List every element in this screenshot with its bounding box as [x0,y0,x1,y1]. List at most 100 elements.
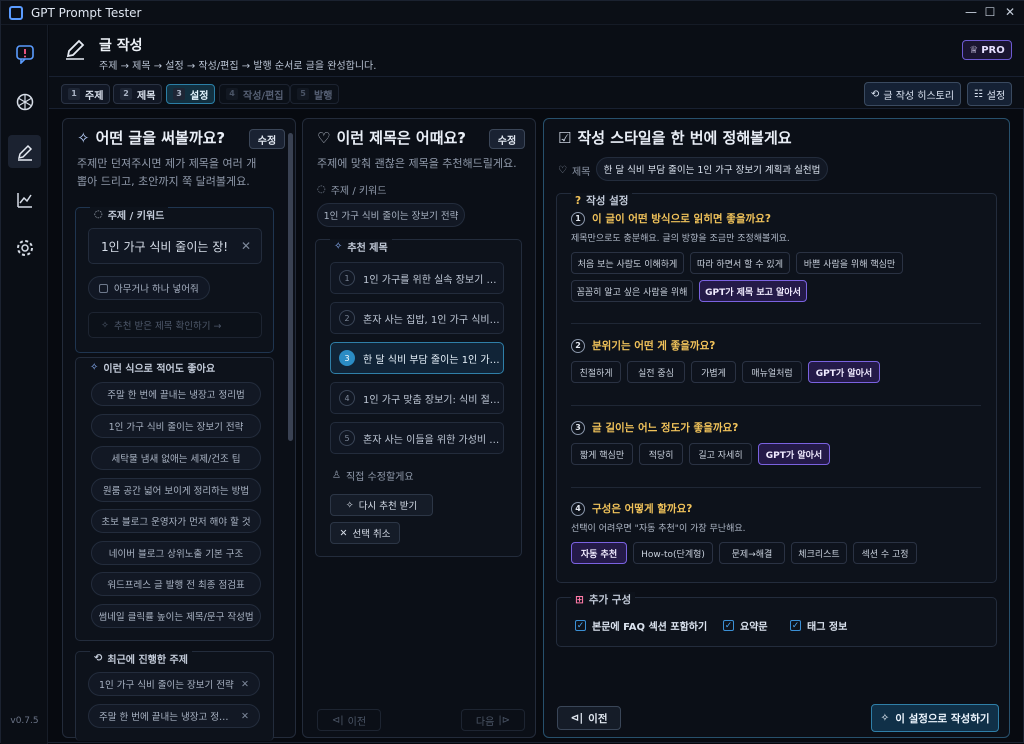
q3-option[interactable]: 적당히 [639,443,683,465]
recommend-box: ✧ 추천 제목 1 1인 가구를 위한 실속 장보기 … 2 혼자 사는 집밥, 1인… [315,239,522,557]
sidebar: v0.7.5 [1,25,48,744]
direct-edit-link[interactable]: ♙ 직접 수정할게요 [332,468,414,483]
settings-label: ? 작성 설정 [571,193,633,208]
sparkle-icon: ✧ [90,362,99,373]
title-edit-button[interactable]: 수정 [489,129,525,149]
title-option[interactable]: 5 혼자 사는 이들을 위한 가성비 … [330,422,504,454]
tags-checkbox[interactable]: ✓ 태그 정보 [790,618,847,633]
maximize-icon[interactable]: ☐ [982,5,998,19]
grid-icon: ⊞ [575,593,584,606]
remove-icon[interactable]: ✕ [241,711,249,722]
sidebar-write-icon[interactable] [8,135,41,168]
q4-option[interactable]: 체크리스트 [791,542,847,564]
title-option[interactable]: 4 1인 가구 맞춤 장보기: 식비 절… [330,382,504,414]
q3-option[interactable]: 길고 자세히 [689,443,752,465]
title-option[interactable]: 2 혼자 사는 집밥, 1인 가구 식비… [330,302,504,334]
topic-scrollbar[interactable] [288,133,293,441]
q4-option[interactable]: 섹션 수 고정 [853,542,917,564]
title-option[interactable]: 1 1인 가구를 위한 실속 장보기 … [330,262,504,294]
chat-icon: ◌ [94,209,103,220]
subject-chip: 한 달 식비 부담 줄이는 1인 가구 장보기 계획과 실천법 [596,157,828,181]
close-icon[interactable]: ✕ [1002,5,1018,19]
retry-button[interactable]: ✧ 다시 추천 받기 [330,494,433,516]
tab-settings[interactable]: 3 설정 [166,84,216,104]
title-option-selected[interactable]: 3한 달 식비 부담 줄이는 1인 가… [330,342,504,374]
recent-chip[interactable]: 1인 가구 식비 줄이는 장보기 전략 ✕ [88,672,260,696]
title-desc: 주제에 맞춰 괜찮은 제목을 추천해드릴게요. [317,157,517,170]
history-icon: ⟲ [870,88,880,100]
q4-option-selected[interactable]: 자동 추천 [571,542,627,564]
example-chip[interactable]: 썸네일 클릭률 높이는 제목/문구 작성법 [91,604,261,628]
q1-option[interactable]: 처음 보는 사람도 이해하게 [571,252,684,274]
check-title-button[interactable]: ✧ 추천 받은 제목 확인하기 → [88,312,262,338]
prev-icon: ⊲| [331,714,344,726]
question-1-desc: 제목만으로도 충분해요. 글의 방향을 조금만 조정해볼게요. [571,234,790,244]
title-next-button[interactable]: 다음 |⊳ [461,709,525,731]
topic-edit-button[interactable]: 수정 [249,129,285,149]
keyword-label: ◌ 주제 / 키워드 [90,207,169,222]
example-chip[interactable]: 세탁물 냄새 없애는 세제/건조 팁 [91,446,261,470]
tab-publish[interactable]: 5 발행 [290,84,340,104]
sparkle-icon: ✧ [345,499,354,511]
title-bar: GPT Prompt Tester — ☐ ✕ [1,1,1024,25]
q1-option[interactable]: 따라 하면서 할 수 있게 [690,252,790,274]
check-icon: ✓ [790,620,801,631]
page-title: 글 작성 [99,38,143,54]
anything-button[interactable]: 아무거나 하나 넣어줘 [88,276,210,300]
sidebar-settings-icon[interactable] [8,231,41,264]
q4-option[interactable]: How-to(단계형) [633,542,713,564]
keyword-input[interactable]: 1인 가구 식비 줄이는 장! ✕ [88,228,262,264]
tab-title[interactable]: 2 제목 [113,84,163,104]
example-chip[interactable]: 워드프레스 글 발행 전 최종 점검표 [91,572,261,596]
q2-option[interactable]: 친절하게 [571,361,621,383]
title-panel: ♡ 이런 제목은 어때요? 수정 주제에 맞춰 괜찮은 제목을 추천해드릴게요. … [302,118,536,738]
history-button[interactable]: ⟲ 글 작성 히스토리 [864,82,961,106]
cancel-selection-button[interactable]: ✕ 선택 취소 [330,522,400,544]
summary-checkbox[interactable]: ✓ 요약문 [723,618,768,633]
style-prev-button[interactable]: ⊲| 이전 [557,706,621,730]
tab-topic[interactable]: 1 주제 [61,84,111,104]
sidebar-gpt-icon[interactable] [8,85,41,118]
step-tabs: 1 주제 2 제목 3 설정 4 작성/편집 5 발행 ⟲ 글 작성 히스토리 ☷ 설정 [49,77,1024,109]
subject-label: ♡ 제목 [558,165,591,178]
tab-write-edit[interactable]: 4 작성/편집 [219,84,291,104]
divider [571,405,981,406]
example-chip[interactable]: 초보 블로그 운영자가 먼저 해야 할 것 [91,509,261,533]
sparkle-icon: ✧ [334,241,343,252]
pro-badge[interactable]: ♕ PRO [962,40,1012,60]
settings-button[interactable]: ☷ 설정 [967,82,1012,106]
faq-checkbox[interactable]: ✓ 본문에 FAQ 섹션 포함하기 [575,618,707,633]
prev-icon: ⊲| [570,712,584,724]
example-chip[interactable]: 네이버 블로그 상위노출 기본 구조 [91,541,261,565]
q1-option[interactable]: 바쁜 사람을 위해 핵심만 [796,252,903,274]
q2-option[interactable]: 가볍게 [691,361,736,383]
q4-option[interactable]: 문제→해결 [719,542,785,564]
sidebar-stats-icon[interactable] [8,183,41,216]
q2-option[interactable]: 실전 중심 [627,361,685,383]
sidebar-prompt-icon[interactable] [8,37,41,70]
remove-icon[interactable]: ✕ [241,679,249,690]
extra-label: ⊞ 추가 구성 [571,592,636,607]
write-with-settings-button[interactable]: ✧ 이 설정으로 작성하기 [871,704,999,732]
q1-option-selected[interactable]: GPT가 제목 보고 알아서 [699,280,807,302]
minimize-icon[interactable]: — [963,5,979,19]
user-icon: ♙ [332,470,341,481]
example-chip[interactable]: 주말 한 번에 끝내는 냉장고 정리법 [91,382,261,406]
clear-icon[interactable]: ✕ [241,239,251,253]
question-icon: ? [575,194,582,207]
checkbox-icon: ☑ [558,128,572,147]
title-prev-button[interactable]: ⊲| 이전 [317,709,381,731]
topic-panel-title: ✧ 어떤 글을 써볼까요? [77,128,226,148]
q2-option-selected[interactable]: GPT가 알아서 [808,361,880,383]
q1-option[interactable]: 꼼꼼히 알고 싶은 사람을 위해 [571,280,693,302]
q3-option[interactable]: 짧게 핵심만 [571,443,633,465]
example-chip[interactable]: 원룸 공간 넓어 보이게 정리하는 방법 [91,478,261,502]
title-keyword-chip: 1인 가구 식비 줄이는 장보기 전략 [317,203,465,227]
q2-option[interactable]: 매뉴얼처럼 [742,361,802,383]
title-panel-title: ♡ 이런 제목은 어때요? [317,128,466,148]
recent-chip[interactable]: 주말 한 번에 끝내는 냉장고 정… ✕ [88,704,260,728]
q3-option-selected[interactable]: GPT가 알아서 [758,443,830,465]
example-chip[interactable]: 1인 가구 식비 줄이는 장보기 전략 [91,414,261,438]
crown-icon: ♕ [969,44,979,56]
style-panel-title: ☑ 작성 스타일을 한 번에 정해볼게요 [558,128,792,148]
